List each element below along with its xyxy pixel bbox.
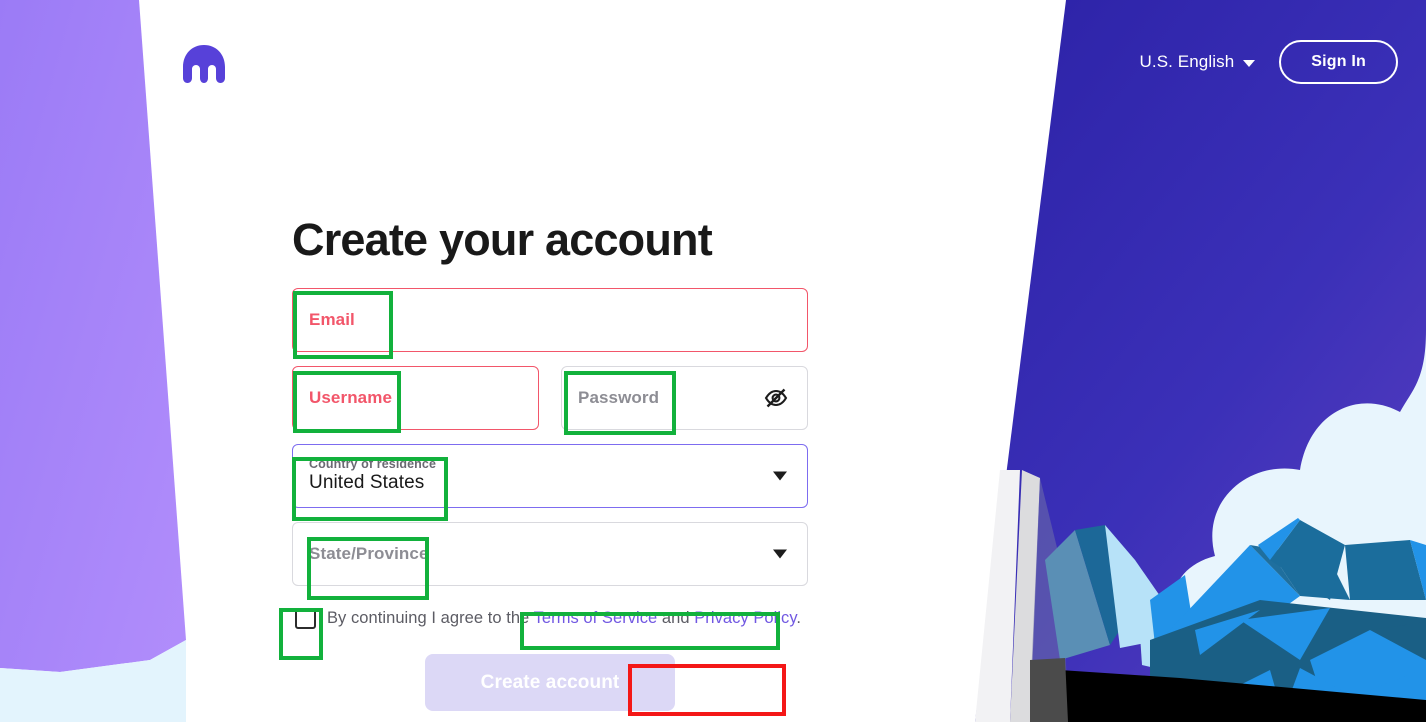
terms-agreement-row: By continuing I agree to the Terms of Se… [295,600,808,638]
signup-page: U.S. English Sign In Create your account… [0,0,1426,722]
terms-of-service-link[interactable]: Terms of Service [534,609,658,627]
username-field[interactable]: Username [292,365,539,430]
terms-checkbox[interactable] [295,608,316,630]
password-field[interactable]: Password [561,365,808,430]
site-header: U.S. English Sign In [0,0,1426,126]
eye-slash-icon[interactable] [763,385,789,411]
country-field-label: Country of residence [309,457,437,472]
country-of-residence-select[interactable]: Country of residence United States [292,443,808,508]
caret-down-icon[interactable] [773,549,787,559]
country-field-content: Country of residence United States [309,457,436,494]
create-account-button[interactable]: Create account [424,653,676,711]
terms-middle: and [657,609,695,628]
privacy-policy-link[interactable]: Privacy Policy [694,609,796,627]
sign-in-button[interactable]: Sign In [1279,40,1398,84]
username-password-row: Username Password [292,365,808,430]
language-selector[interactable]: U.S. English [1138,48,1258,76]
password-field-label: Password [578,387,660,407]
terms-text: By continuing I agree to the Terms of Se… [327,609,801,628]
email-field[interactable]: Email [292,287,808,352]
terms-suffix: . [796,609,802,628]
caret-down-icon[interactable] [773,471,787,481]
username-field-label: Username [309,387,393,407]
signup-form: Create your account Email Username Passw… [292,214,808,711]
terms-prefix: By continuing I agree to the [327,609,534,628]
page-title: Create your account [292,214,713,265]
state-province-select[interactable]: State/Province [292,521,808,586]
kraken-logo-icon[interactable] [181,44,227,84]
header-actions: U.S. English Sign In [1138,40,1398,84]
chevron-down-icon [1243,59,1256,67]
state-province-field-label: State/Province [309,543,429,563]
country-field-value: United States [309,472,425,494]
email-field-label: Email [309,309,355,329]
language-label: U.S. English [1139,52,1235,71]
submit-row: Create account [292,653,808,711]
